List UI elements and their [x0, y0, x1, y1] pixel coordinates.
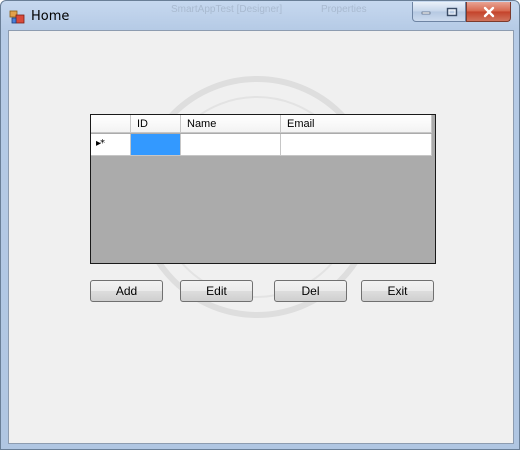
del-button[interactable]: Del [274, 280, 347, 302]
grid-corner-header[interactable] [91, 115, 131, 133]
title-bar[interactable]: Home SmartAppTest [Designer] Properties [1, 1, 519, 31]
grid-header-row: ID Name Email [91, 115, 433, 134]
column-header-name[interactable]: Name [181, 115, 281, 133]
app-window: Home SmartAppTest [Designer] Properties … [0, 0, 520, 450]
form-client-area: TheQuickRun.Com Version 2008 ID Name Ema… [8, 30, 514, 444]
column-header-id[interactable]: ID [131, 115, 181, 133]
background-window-title: SmartAppTest [Designer] [171, 4, 283, 15]
close-button[interactable] [466, 2, 511, 22]
window-title: Home [31, 9, 70, 24]
maximize-button[interactable] [439, 2, 466, 22]
minimize-icon [421, 11, 431, 14]
close-icon [483, 6, 494, 17]
column-header-email[interactable]: Email [281, 115, 432, 133]
add-button[interactable]: Add [90, 280, 163, 302]
cell-email[interactable] [281, 134, 432, 156]
background-window-title: Properties [321, 4, 367, 15]
cell-name[interactable] [181, 134, 281, 156]
row-header[interactable]: ▸* [91, 134, 131, 156]
data-grid[interactable]: ID Name Email ▸* [90, 114, 436, 264]
new-row-marker: ▸* [96, 138, 105, 149]
minimize-button[interactable] [412, 2, 440, 22]
new-row: ▸* [91, 134, 433, 157]
edit-button[interactable]: Edit [180, 280, 253, 302]
exit-button[interactable]: Exit [361, 280, 434, 302]
cell-id[interactable] [131, 134, 181, 156]
app-icon [9, 10, 25, 24]
maximize-icon [446, 7, 458, 16]
